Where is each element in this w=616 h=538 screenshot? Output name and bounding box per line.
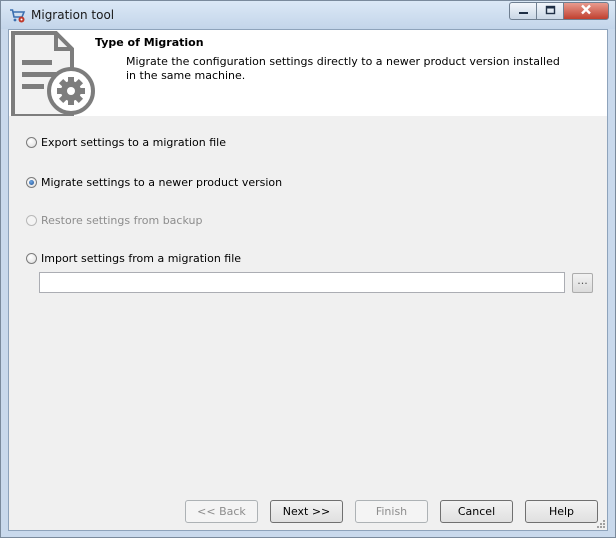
- help-button[interactable]: Help: [525, 500, 598, 523]
- option-migrate[interactable]: Migrate settings to a newer product vers…: [26, 174, 282, 190]
- page-description: Migrate the configuration settings direc…: [126, 55, 560, 82]
- next-button[interactable]: Next >>: [270, 500, 343, 523]
- option-import[interactable]: Import settings from a migration file: [26, 250, 241, 266]
- cancel-button[interactable]: Cancel: [440, 500, 513, 523]
- resize-grip-icon[interactable]: [595, 518, 605, 528]
- dialog-body: Type of Migration Migrate the configurat…: [8, 29, 608, 531]
- option-restore: Restore settings from backup: [26, 212, 202, 228]
- document-gear-icon: [10, 30, 96, 118]
- close-button[interactable]: [563, 2, 609, 20]
- migrate-radio[interactable]: [26, 176, 37, 188]
- window-title: Migration tool: [31, 8, 115, 22]
- caption-buttons: [509, 2, 609, 21]
- maximize-icon: [545, 5, 556, 18]
- back-button[interactable]: << Back: [185, 500, 258, 523]
- import-file-path-input[interactable]: [39, 272, 565, 293]
- export-label[interactable]: Export settings to a migration file: [41, 136, 226, 149]
- cart-gear-icon: [9, 7, 26, 24]
- import-radio[interactable]: [26, 252, 37, 264]
- export-radio[interactable]: [26, 136, 37, 148]
- option-export[interactable]: Export settings to a migration file: [26, 134, 226, 150]
- browse-button[interactable]: ...: [572, 273, 593, 293]
- page-title: Type of Migration: [95, 36, 204, 49]
- title-bar[interactable]: Migration tool: [1, 1, 615, 29]
- maximize-button[interactable]: [536, 2, 563, 20]
- minimize-button[interactable]: [509, 2, 536, 20]
- minimize-icon: [518, 5, 529, 18]
- wizard-header: Type of Migration Migrate the configurat…: [9, 30, 607, 118]
- import-label[interactable]: Import settings from a migration file: [41, 252, 241, 265]
- migration-tool-window: Migration tool Type of Migration Migrate…: [0, 0, 616, 538]
- restore-label: Restore settings from backup: [41, 213, 203, 227]
- restore-radio: [26, 214, 37, 226]
- close-icon: [580, 4, 592, 18]
- migrate-label[interactable]: Migrate settings to a newer product vers…: [41, 176, 282, 189]
- finish-button[interactable]: Finish: [355, 500, 428, 523]
